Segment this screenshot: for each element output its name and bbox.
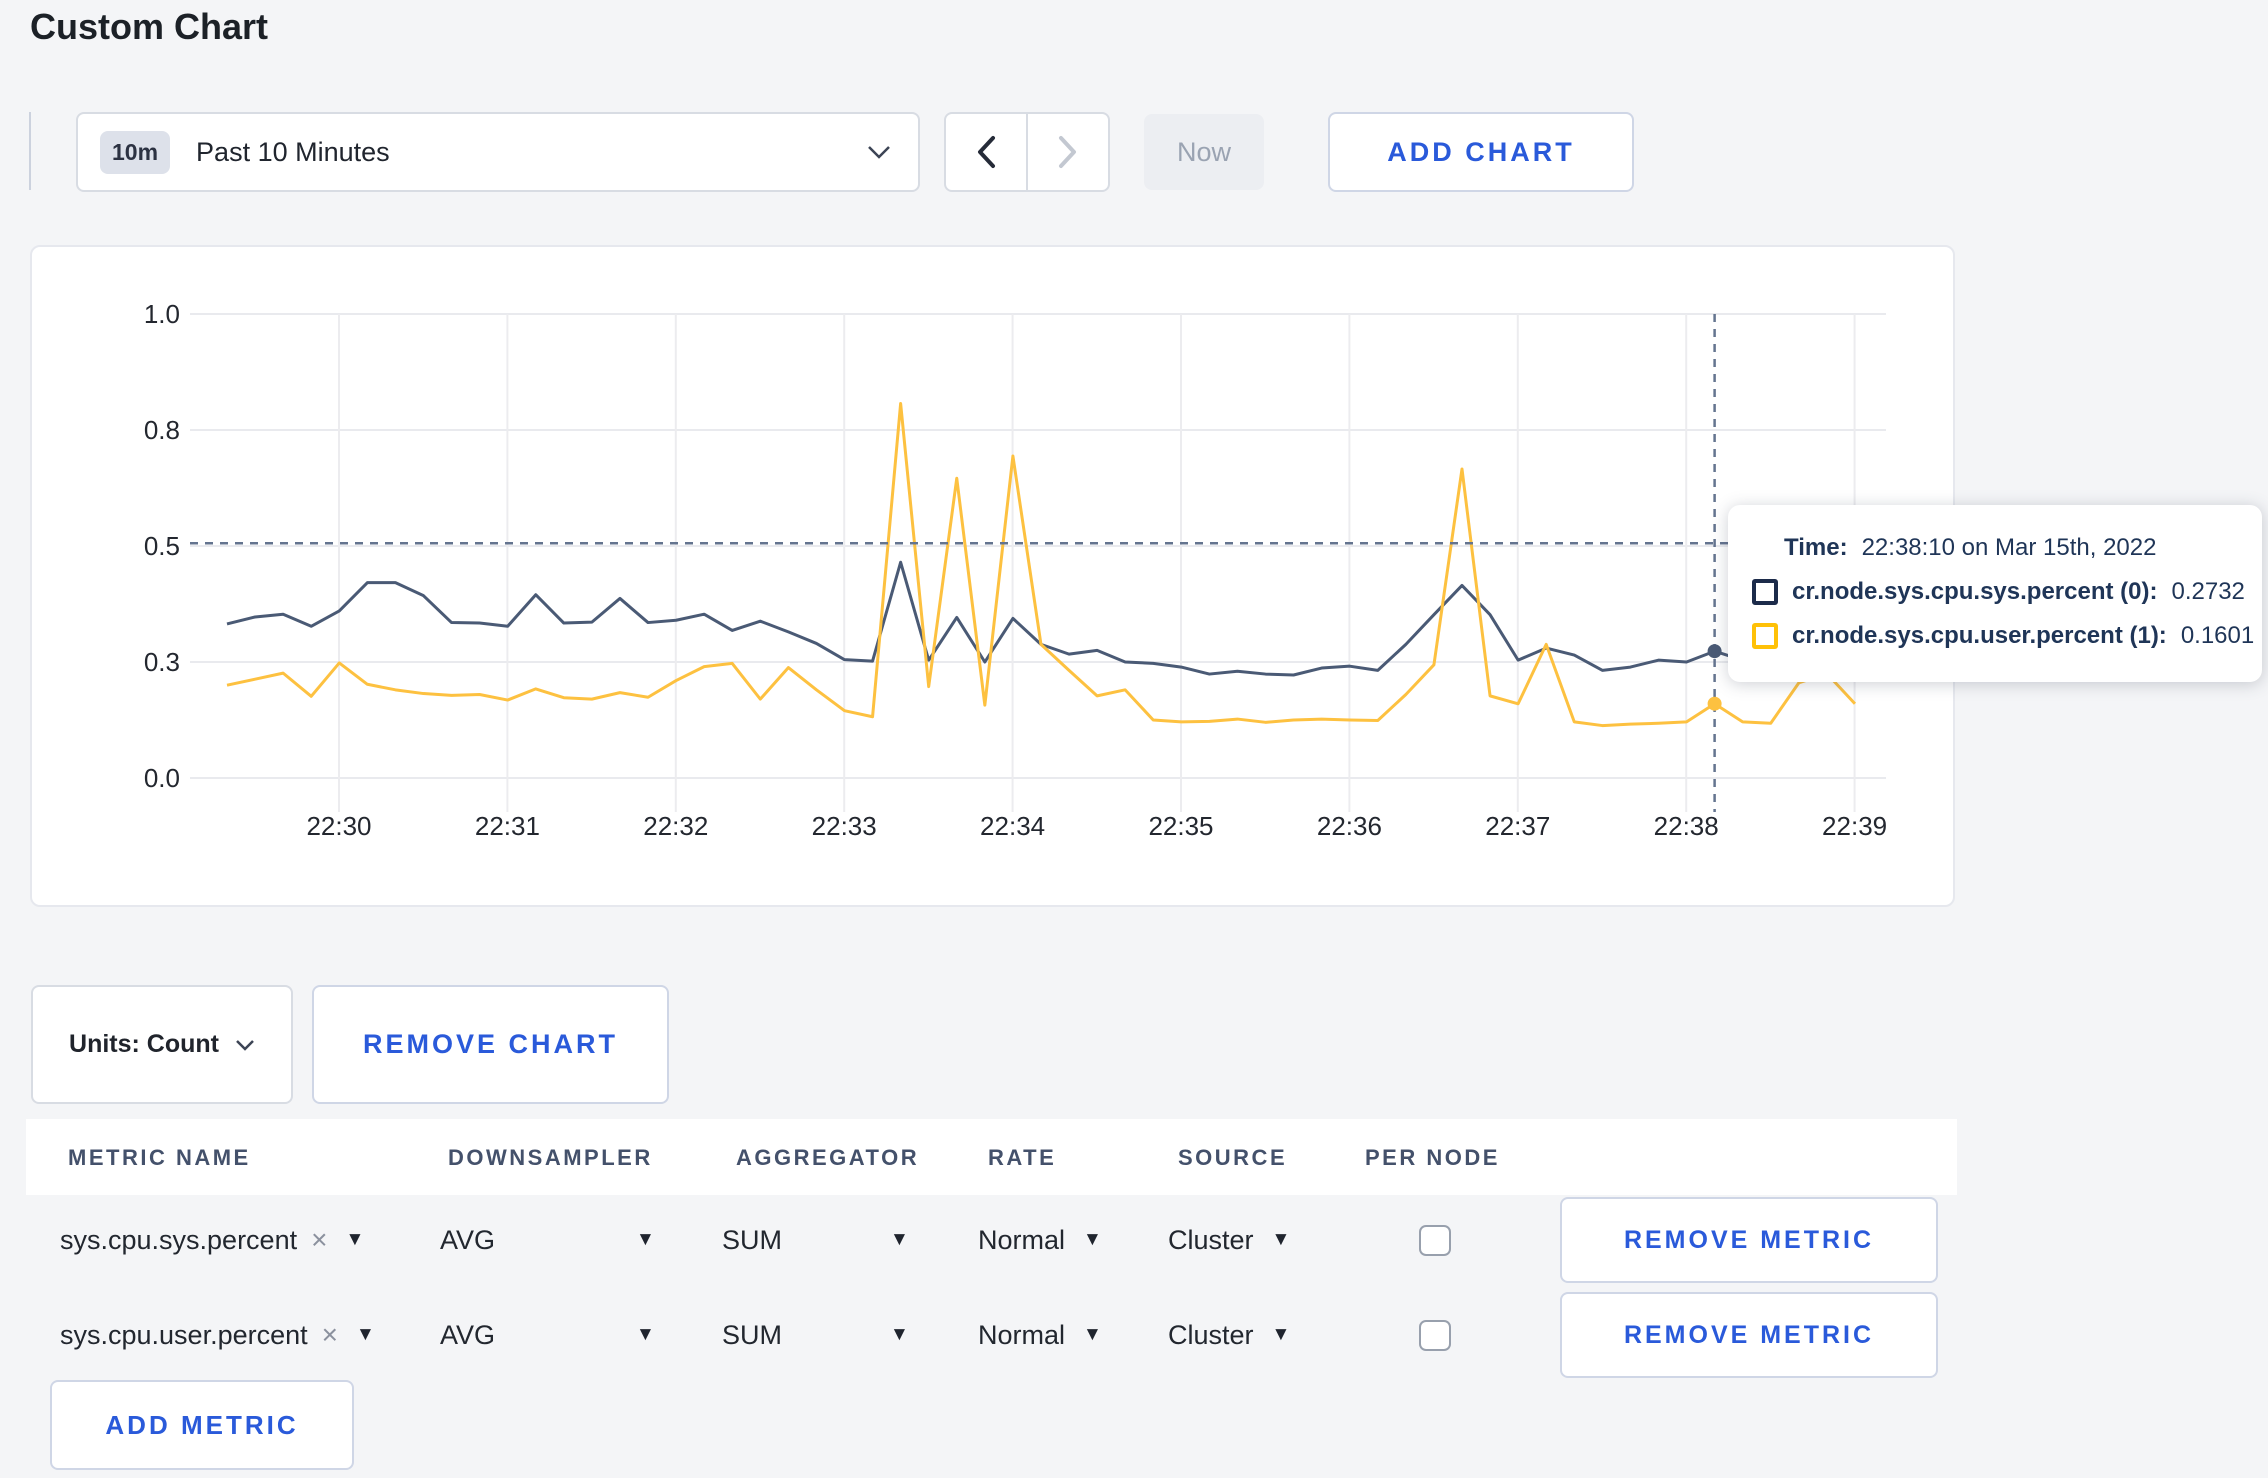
tooltip-series-value: 0.1601 — [2180, 622, 2255, 649]
aggregator-value: SUM — [722, 1319, 782, 1350]
time-range-label: Past 10 Minutes — [196, 136, 390, 167]
time-pager — [944, 112, 1110, 192]
caret-down-icon: ▼ — [890, 1324, 909, 1345]
caret-down-icon: ▼ — [636, 1324, 655, 1345]
caret-down-icon: ▼ — [1271, 1229, 1291, 1250]
aggregator-dropdown[interactable]: SUM — [722, 1292, 782, 1378]
per-node-checkbox[interactable] — [1419, 1225, 1451, 1256]
downsampler-value: AVG — [440, 1319, 496, 1350]
tooltip-series-name: cr.node.sys.cpu.user.percent (1): — [1792, 622, 2167, 649]
metric-row: sys.cpu.user.percent × ▼ AVG ▼ SUM ▼ Nor… — [26, 1292, 1957, 1378]
aggregator-caret[interactable]: ▼ — [890, 1197, 909, 1283]
chart-tooltip: Time: 22:38:10 on Mar 15th, 2022 cr.node… — [1728, 505, 2262, 682]
rate-dropdown[interactable]: Normal ▼ — [978, 1197, 1102, 1283]
prev-interval-button[interactable] — [946, 114, 1026, 190]
units-select[interactable]: Units: Count — [31, 985, 293, 1104]
rate-dropdown[interactable]: Normal ▼ — [978, 1292, 1102, 1378]
source-dropdown[interactable]: Cluster ▼ — [1168, 1197, 1290, 1283]
caret-down-icon: ▼ — [636, 1229, 655, 1250]
units-label: Units: Count — [69, 1030, 219, 1058]
metric-name-value: sys.cpu.sys.percent — [60, 1224, 298, 1255]
caret-down-icon: ▼ — [1271, 1324, 1291, 1345]
downsampler-value: AVG — [440, 1224, 496, 1255]
remove-metric-button[interactable]: REMOVE METRIC — [1560, 1197, 1938, 1283]
downsampler-dropdown[interactable]: AVG — [440, 1292, 495, 1378]
chart-card — [30, 245, 1955, 907]
col-header-per-node: PER NODE — [1365, 1145, 1500, 1170]
source-dropdown[interactable]: Cluster ▼ — [1168, 1292, 1290, 1378]
source-value: Cluster — [1168, 1224, 1254, 1255]
now-button[interactable]: Now — [1144, 114, 1264, 190]
remove-chart-button[interactable]: REMOVE CHART — [312, 985, 669, 1104]
source-value: Cluster — [1168, 1319, 1254, 1350]
metrics-table-header: METRIC NAME DOWNSAMPLER AGGREGATOR RATE … — [26, 1119, 1957, 1195]
metric-name-dropdown[interactable]: sys.cpu.sys.percent × ▼ — [60, 1197, 364, 1283]
metric-row: sys.cpu.sys.percent × ▼ AVG ▼ SUM ▼ Norm… — [26, 1197, 1957, 1283]
rate-value: Normal — [978, 1224, 1066, 1255]
caret-down-icon: ▼ — [1083, 1324, 1102, 1345]
metric-name-dropdown[interactable]: sys.cpu.user.percent × ▼ — [60, 1292, 375, 1378]
time-range-select[interactable]: 10m Past 10 Minutes — [76, 112, 920, 192]
metric-name-value: sys.cpu.user.percent — [60, 1319, 308, 1350]
tooltip-series-row: cr.node.sys.cpu.sys.percent (0): 0.2732 — [1728, 575, 2262, 609]
aggregator-value: SUM — [722, 1224, 782, 1255]
chevron-down-icon — [866, 143, 892, 161]
chevron-left-icon — [975, 135, 997, 169]
remove-metric-button[interactable]: REMOVE METRIC — [1560, 1292, 1938, 1378]
col-header-downsampler: DOWNSAMPLER — [448, 1145, 653, 1170]
aggregator-dropdown[interactable]: SUM — [722, 1197, 782, 1283]
next-interval-button[interactable] — [1026, 114, 1108, 190]
downsampler-caret[interactable]: ▼ — [636, 1197, 655, 1283]
add-metric-button[interactable]: ADD METRIC — [50, 1380, 354, 1470]
chevron-down-icon — [235, 1038, 255, 1052]
series-swatch-icon — [1752, 579, 1778, 605]
caret-down-icon: ▼ — [356, 1324, 375, 1345]
series-swatch-icon — [1752, 623, 1778, 649]
close-icon[interactable]: × — [311, 1224, 327, 1256]
tooltip-time-value: 22:38:10 on Mar 15th, 2022 — [1861, 534, 2157, 561]
rate-value: Normal — [978, 1319, 1066, 1350]
tooltip-time-label: Time: — [1784, 534, 1848, 561]
tooltip-series-row: cr.node.sys.cpu.user.percent (1): 0.1601 — [1728, 619, 2262, 653]
page-title: Custom Chart — [30, 6, 269, 47]
caret-down-icon: ▼ — [890, 1229, 909, 1250]
col-header-source: SOURCE — [1178, 1145, 1288, 1170]
caret-down-icon: ▼ — [345, 1229, 365, 1250]
downsampler-caret[interactable]: ▼ — [636, 1292, 655, 1378]
downsampler-dropdown[interactable]: AVG — [440, 1197, 495, 1283]
per-node-checkbox[interactable] — [1419, 1320, 1451, 1351]
add-chart-button[interactable]: ADD CHART — [1328, 112, 1634, 192]
col-header-metric-name: METRIC NAME — [68, 1145, 251, 1170]
aggregator-caret[interactable]: ▼ — [890, 1292, 909, 1378]
toolbar-divider — [29, 112, 31, 190]
chevron-right-icon — [1057, 135, 1079, 169]
caret-down-icon: ▼ — [1083, 1229, 1102, 1250]
tooltip-series-name: cr.node.sys.cpu.sys.percent (0): — [1792, 578, 2158, 605]
col-header-aggregator: AGGREGATOR — [736, 1145, 920, 1170]
close-icon[interactable]: × — [322, 1319, 338, 1351]
tooltip-series-value: 0.2732 — [2171, 578, 2245, 605]
tooltip-time-row: Time: 22:38:10 on Mar 15th, 2022 — [1728, 531, 2262, 565]
col-header-rate: RATE — [988, 1145, 1057, 1170]
time-range-badge: 10m — [100, 130, 171, 174]
